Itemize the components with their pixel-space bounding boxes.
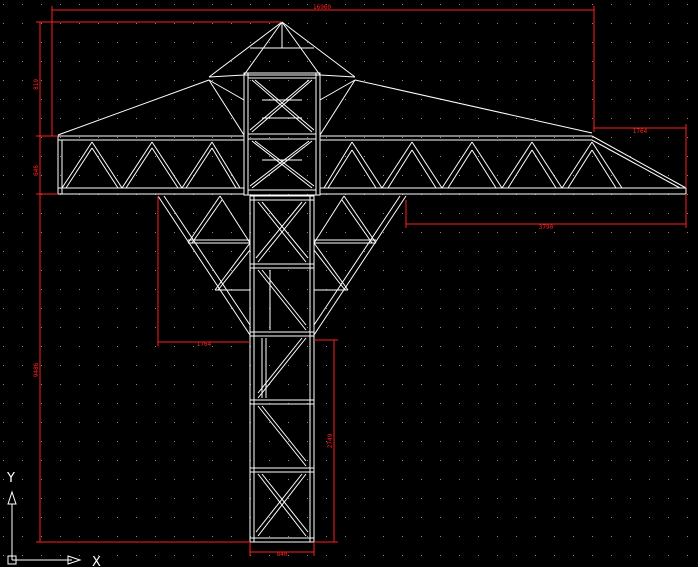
dim-jib-depth: 646 [33, 165, 40, 176]
grid-dots [0, 0, 698, 567]
cad-drawing-canvas[interactable]: 16960 819 646 1764 3790 1764 9486 2749 8… [0, 0, 698, 567]
dim-overall-width: 16960 [313, 4, 331, 11]
dim-section-height: 2749 [327, 433, 334, 448]
dim-apex-height: 819 [33, 79, 40, 90]
dim-tip-offset: 1764 [633, 128, 648, 135]
dim-tower-offset-right: 3790 [539, 224, 554, 231]
dim-tower-offset-left: 1764 [197, 341, 212, 348]
ucs-x-label: X [92, 555, 101, 567]
dim-total-height: 9486 [33, 362, 40, 377]
dim-mast-width: 840 [277, 551, 288, 558]
ucs-y-label: Y [6, 471, 15, 486]
